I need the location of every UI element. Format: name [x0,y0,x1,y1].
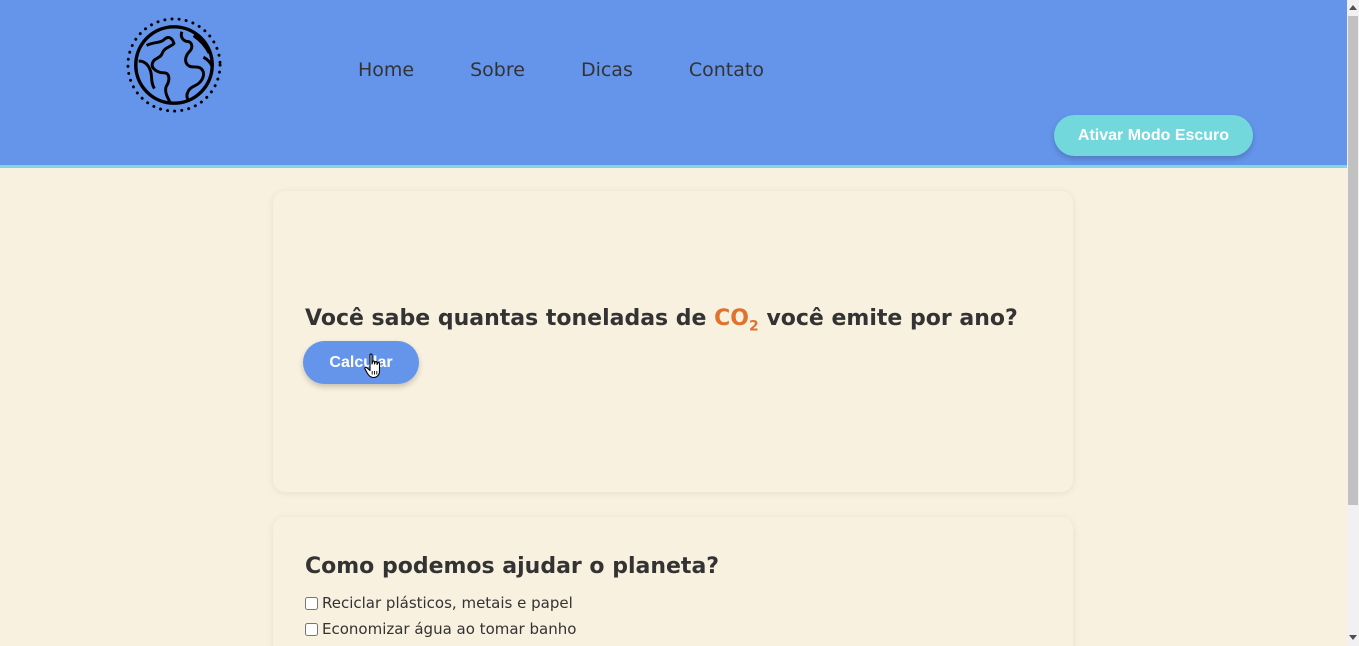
tip-item: Reciclar plásticos, metais e papel [305,590,576,616]
tip-checkbox[interactable] [305,622,318,636]
globe-icon[interactable] [125,16,223,114]
help-title: Como podemos ajudar o planeta? [305,554,720,579]
co2-subscript: 2 [749,318,759,335]
nav-contato[interactable]: Contato [689,58,764,82]
tip-checkbox[interactable] [305,596,318,610]
co2-text: CO [714,306,750,331]
page: Home Sobre Dicas Contato Ativar Modo Esc… [0,0,1359,646]
dark-mode-button[interactable]: Ativar Modo Escuro [1054,115,1253,156]
help-planet-card: Como podemos ajudar o planeta? Reciclar … [273,517,1073,646]
tip-label: Economizar água ao tomar banho [322,620,577,638]
scrollbar-thumb[interactable] [1348,16,1358,505]
main-nav: Home Sobre Dicas Contato [358,58,820,82]
site-header: Home Sobre Dicas Contato Ativar Modo Esc… [0,0,1347,168]
hand-pointer-icon [364,353,381,379]
tips-list: Reciclar plásticos, metais e papel Econo… [305,590,576,646]
calculate-button[interactable]: Calcular [303,341,419,384]
question-suffix: você emite por ano? [766,306,1018,331]
nav-dicas[interactable]: Dicas [581,58,633,82]
co2-question: Você sabe quantas toneladas de CO2 você … [305,306,1018,334]
tip-label: Reciclar plásticos, metais e papel [322,594,573,612]
question-prefix: Você sabe quantas toneladas de [305,306,707,331]
co2-label: CO2 [714,306,759,335]
nav-sobre[interactable]: Sobre [470,58,525,82]
tip-item: Economizar água ao tomar banho [305,616,576,642]
scroll-up-arrow-icon[interactable] [1349,5,1357,10]
co2-calculator-card: Você sabe quantas toneladas de CO2 você … [273,191,1073,492]
nav-home[interactable]: Home [358,58,414,82]
scroll-down-arrow-icon[interactable] [1349,635,1357,640]
tip-item [305,642,576,646]
